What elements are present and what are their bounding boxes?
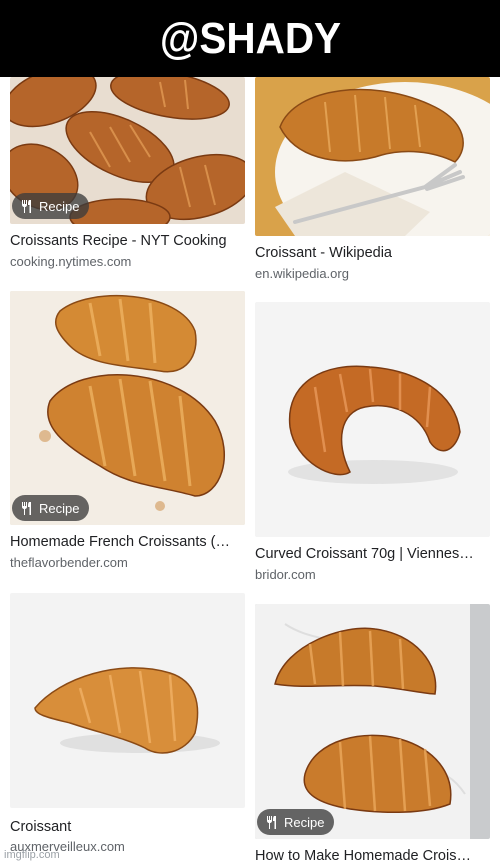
result-thumbnail[interactable]: Recipe [255, 604, 490, 839]
result-thumbnail[interactable]: Recipe [10, 77, 245, 224]
result-source: theflavorbender.com [10, 555, 128, 570]
result-source: bridor.com [255, 567, 316, 582]
result-title[interactable]: Croissant [10, 819, 245, 835]
banner-caption: @SHADY [159, 13, 341, 63]
result-title[interactable]: How to Make Homemade Crois… [255, 848, 490, 864]
recipe-badge: Recipe [12, 193, 90, 219]
result-source: cooking.nytimes.com [10, 254, 132, 269]
result-thumbnail[interactable] [255, 302, 490, 537]
result-title[interactable]: Homemade French Croissants (… [10, 534, 245, 550]
fork-knife-icon [20, 199, 33, 213]
recipe-badge: Recipe [12, 495, 90, 521]
recipe-badge: Recipe [257, 809, 335, 835]
result-card[interactable]: Croissant - Wikipedia en.wikipedia.org [255, 77, 490, 287]
result-title[interactable]: Croissants Recipe - NYT Cooking [10, 233, 245, 249]
caption-banner: @SHADY [0, 0, 500, 77]
recipe-badge-label: Recipe [39, 198, 80, 214]
result-thumbnail[interactable] [255, 77, 490, 236]
result-card[interactable]: Recipe How to Make Homemade Crois… [255, 604, 490, 864]
result-card[interactable]: Recipe Homemade French Croissants (… the… [10, 291, 245, 581]
result-source: en.wikipedia.org [255, 266, 349, 281]
fork-knife-icon [20, 501, 33, 515]
recipe-badge-label: Recipe [284, 814, 325, 830]
result-thumbnail[interactable]: Recipe [10, 291, 245, 525]
result-thumbnail[interactable] [10, 593, 245, 808]
result-card[interactable]: Croissant auxmerveilleux.com [10, 593, 245, 863]
imgflip-watermark: imgflip.com [4, 849, 60, 861]
result-card[interactable]: Curved Croissant 70g | Viennes… bridor.c… [255, 302, 490, 587]
fork-knife-icon [265, 815, 278, 829]
recipe-badge-label: Recipe [39, 500, 80, 516]
result-card[interactable]: Recipe Croissants Recipe - NYT Cooking c… [10, 77, 245, 277]
result-title[interactable]: Croissant - Wikipedia [255, 245, 490, 261]
result-title[interactable]: Curved Croissant 70g | Viennes… [255, 546, 490, 562]
